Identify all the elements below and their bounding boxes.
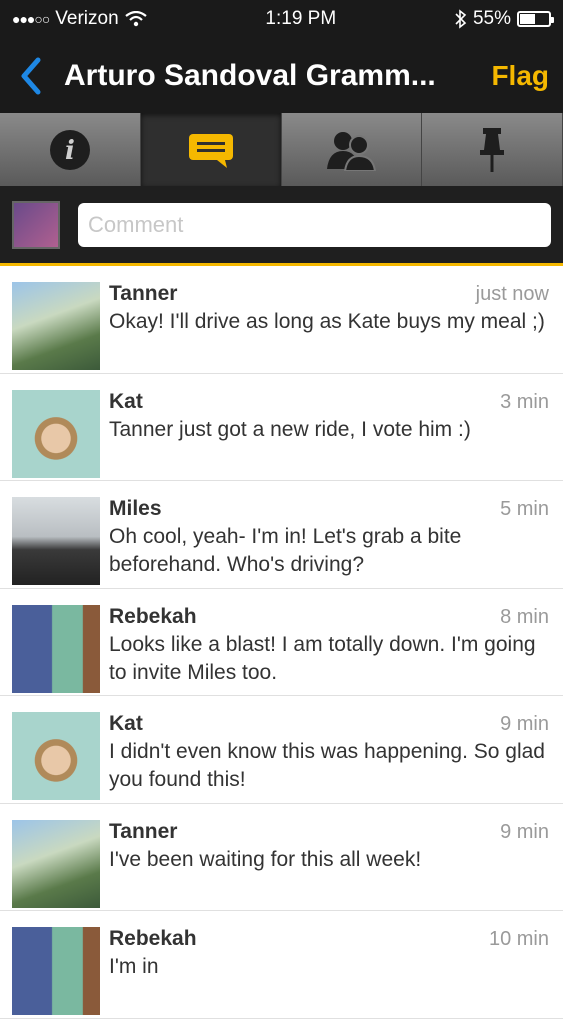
status-bar: ●●●○○ Verizon 1:19 PM 55% — [0, 0, 563, 38]
page-title: Arturo Sandoval Gramm... — [64, 58, 436, 92]
comment-time: 9 min — [500, 820, 549, 843]
comment-input[interactable] — [78, 202, 551, 247]
avatar — [12, 927, 100, 1015]
comment-time: 8 min — [500, 605, 549, 628]
commenter-name: Tanner — [109, 282, 178, 305]
commenter-name: Kat — [109, 712, 143, 735]
comment-text: Looks like a blast! I am totally down. I… — [109, 632, 536, 684]
battery-percent: 55% — [472, 8, 511, 29]
tab-info[interactable]: i — [0, 113, 141, 186]
comment-time: 10 min — [488, 928, 549, 950]
tab-bar: i — [0, 113, 563, 186]
commenter-name: Kat — [109, 389, 143, 413]
clock: 1:19 PM — [265, 8, 337, 29]
avatar — [12, 604, 100, 693]
comment-bar — [0, 186, 563, 266]
comment-time: 5 min — [500, 498, 549, 520]
carrier-label: Verizon — [55, 8, 119, 29]
comment-item[interactable]: Tanner just now Okay! I'll drive as long a… — [0, 266, 563, 374]
nav-bar: Arturo Sandoval Gramm... Flag — [0, 38, 563, 113]
bluetooth-icon — [455, 9, 467, 29]
comment-item[interactable]: Tanner 9 min I've been waiting for this al… — [0, 804, 563, 911]
comment-text: I didn't even know this was happening. S… — [109, 740, 545, 791]
commenter-name: Rebekah — [109, 927, 197, 950]
comment-text: Oh cool, yeah- I'm in! Let's grab a bite… — [109, 525, 462, 576]
comment-text: I'm in — [109, 955, 159, 978]
pushpin-icon — [480, 127, 505, 172]
tab-pin[interactable] — [422, 113, 563, 186]
tab-comments[interactable] — [140, 113, 282, 186]
comment-item[interactable]: Kat 9 min I didn't even know this was happ… — [0, 696, 563, 804]
info-icon: i — [49, 129, 90, 170]
flag-button[interactable]: Flag — [491, 60, 549, 92]
comment-text: Tanner just got a new ride, I vote him :… — [109, 417, 471, 441]
svg-text:i: i — [65, 136, 75, 166]
avatar — [12, 819, 100, 908]
wifi-icon — [124, 11, 147, 27]
signal-icon: ●●●○○ — [12, 11, 50, 27]
comment-time: 3 min — [500, 390, 549, 413]
commenter-name: Tanner — [109, 819, 178, 843]
status-right: 55% — [455, 8, 554, 30]
comment-list: Tanner just now Okay! I'll drive as long a… — [0, 266, 563, 1019]
status-left: ●●●○○ Verizon — [12, 8, 147, 30]
comment-item[interactable]: Miles 5 min Oh cool, yeah- I'm in! Let's g… — [0, 481, 563, 589]
comment-text: I've been waiting for this all week! — [109, 847, 422, 871]
battery-fill — [519, 14, 535, 24]
comment-item[interactable]: Kat 3 min Tanner just got a new ride, I vo… — [0, 374, 563, 481]
avatar — [12, 282, 100, 370]
avatar — [12, 389, 100, 478]
tab-people[interactable] — [282, 113, 423, 186]
comment-item[interactable]: Rebekah 8 min Looks like a blast! I am tot… — [0, 589, 563, 696]
chevron-left-icon[interactable] — [14, 56, 64, 96]
comment-time: just now — [475, 283, 549, 305]
my-avatar — [12, 200, 60, 249]
chat-bubble-icon — [188, 133, 233, 168]
comment-text: Okay! I'll drive as long as Kate buys my… — [109, 310, 545, 333]
avatar — [12, 712, 100, 800]
comment-item[interactable]: Rebekah 10 min I'm in — [0, 911, 563, 1019]
avatar — [12, 497, 100, 585]
battery-icon — [516, 11, 554, 27]
people-icon — [327, 131, 377, 171]
comment-time: 9 min — [500, 713, 549, 735]
commenter-name: Miles — [109, 497, 162, 520]
commenter-name: Rebekah — [109, 604, 197, 628]
